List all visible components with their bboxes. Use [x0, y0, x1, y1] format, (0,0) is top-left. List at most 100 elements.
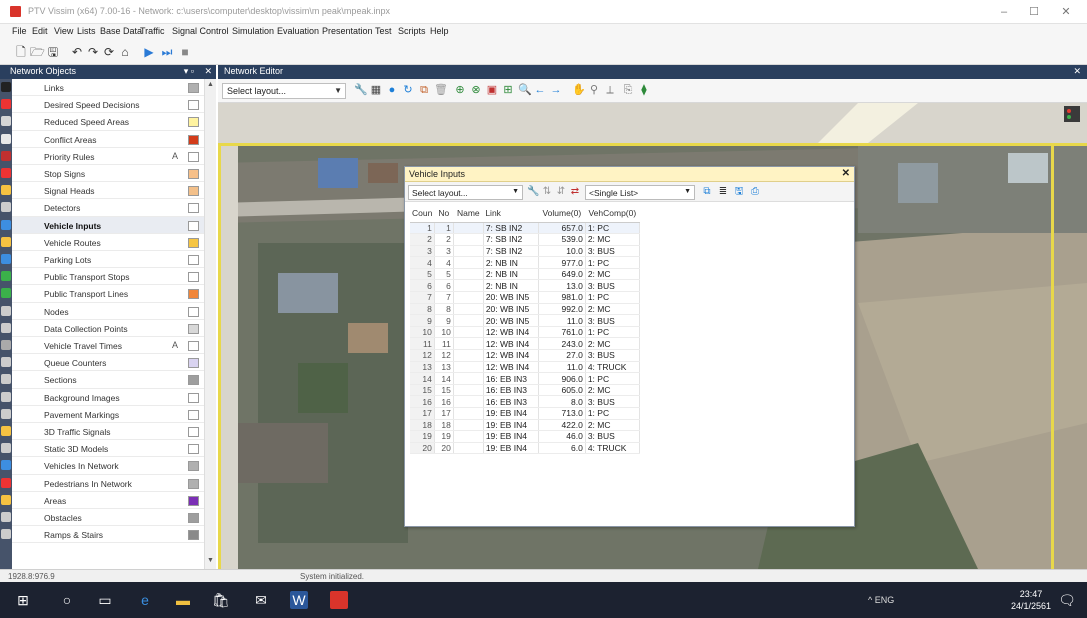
cell-count[interactable]: 1	[410, 222, 435, 235]
color-swatch[interactable]	[188, 83, 199, 93]
cell-no[interactable]: 16	[434, 395, 454, 408]
cell-volume[interactable]: 10.0	[538, 245, 586, 258]
cell-volume[interactable]: 27.0	[538, 349, 586, 362]
detectors-icon[interactable]	[1, 202, 11, 213]
taskbar-clock[interactable]: 23:47 24/1/2561	[1011, 588, 1051, 612]
scroll-up-icon[interactable]: ▲	[207, 81, 214, 88]
mail-icon[interactable]: ✉	[252, 591, 270, 609]
color-swatch[interactable]	[188, 323, 199, 334]
cell-volume[interactable]: 649.0	[538, 268, 586, 281]
hand-pan-icon[interactable]: ✋	[572, 84, 586, 96]
cell-volume[interactable]: 8.0	[538, 395, 586, 408]
network-object-background-images[interactable]: Background Images	[12, 389, 204, 406]
cell-vehcomp[interactable]: 2: MC	[585, 233, 640, 246]
parking-lots-icon[interactable]	[1, 254, 11, 264]
network-object-desired-speed-decisions[interactable]: Desired Speed Decisions	[12, 96, 204, 114]
column-header-no[interactable]: No	[434, 205, 454, 223]
table-row[interactable]: 16 16 16: EB IN3 8.0 3: BUS	[410, 395, 640, 408]
redo-icon[interactable]: ↷	[86, 45, 100, 59]
color-swatch[interactable]	[188, 341, 199, 351]
table-row[interactable]: 9 9 20: WB IN5 11.0 3: BUS	[410, 314, 640, 327]
table-row[interactable]: 19 19 19: EB IN4 46.0 3: BUS	[410, 430, 640, 443]
cell-volume[interactable]: 977.0	[538, 256, 586, 269]
table-row[interactable]: 15 15 16: EB IN3 605.0 2: MC	[410, 384, 640, 397]
stop-icon[interactable]: ■	[178, 45, 192, 59]
sections-icon[interactable]	[1, 374, 11, 385]
color-swatch[interactable]	[188, 530, 199, 541]
color-swatch[interactable]	[188, 255, 199, 265]
zoom-in-icon[interactable]: ⊞	[502, 84, 514, 96]
cell-vehcomp[interactable]: 2: MC	[585, 384, 640, 397]
table-row[interactable]: 2 2 7: SB IN2 539.0 2: MC	[410, 233, 640, 246]
3d-traffic-signals-icon[interactable]	[1, 426, 11, 436]
menu-lists[interactable]: Lists	[77, 26, 96, 36]
step-forward-icon[interactable]: ⏭	[160, 45, 174, 59]
cell-no[interactable]: 10	[434, 326, 454, 339]
cell-vehcomp[interactable]: 3: BUS	[585, 349, 640, 362]
zoom-fit-icon[interactable]: ⊕	[454, 84, 466, 96]
network-object-parking-lots[interactable]: Parking Lots	[12, 251, 204, 269]
menu-file[interactable]: File	[12, 26, 27, 36]
table-row[interactable]: 14 14 16: EB IN3 906.0 1: PC	[410, 372, 640, 385]
cell-link[interactable]: 19: EB IN4	[483, 442, 539, 455]
cell-vehcomp[interactable]: 3: BUS	[585, 395, 640, 408]
cell-no[interactable]: 13	[434, 361, 454, 374]
cell-no[interactable]: 17	[434, 407, 454, 420]
color-swatch[interactable]	[188, 220, 199, 231]
vehicle-routes-icon[interactable]	[1, 236, 11, 247]
cell-count[interactable]: 13	[410, 361, 435, 374]
color-swatch[interactable]	[188, 306, 199, 317]
cell-name[interactable]	[453, 245, 484, 258]
cell-no[interactable]: 9	[434, 314, 454, 327]
layout-select[interactable]: Select layout... ▼	[222, 83, 346, 99]
cell-vehcomp[interactable]: 1: PC	[585, 256, 640, 269]
background-images-icon[interactable]	[1, 391, 11, 402]
cell-count[interactable]: 20	[410, 442, 435, 455]
new-file-icon[interactable]: 🗋	[14, 45, 28, 59]
color-swatch[interactable]	[188, 117, 199, 128]
store-icon[interactable]: 🛍	[212, 591, 230, 609]
cell-name[interactable]	[453, 291, 484, 304]
vehicles-in-network-icon[interactable]	[1, 460, 11, 471]
home-icon[interactable]: ⌂	[118, 45, 132, 59]
cell-link[interactable]: 2: NB IN	[483, 256, 539, 269]
cell-count[interactable]: 12	[410, 349, 435, 362]
cell-vehcomp[interactable]: 3: BUS	[585, 430, 640, 443]
database-icon[interactable]: ≣	[717, 186, 729, 198]
menu-test[interactable]: Test	[375, 26, 392, 36]
cell-count[interactable]: 3	[410, 245, 435, 258]
close-button[interactable]: ✕	[1052, 4, 1080, 20]
table-row[interactable]: 8 8 20: WB IN5 992.0 2: MC	[410, 303, 640, 316]
cell-name[interactable]	[453, 407, 484, 420]
cell-vehcomp[interactable]: 2: MC	[585, 268, 640, 281]
color-swatch[interactable]	[188, 427, 199, 437]
cell-link[interactable]: 12: WB IN4	[483, 361, 539, 374]
play-icon[interactable]: ▶	[142, 45, 156, 59]
search-icon[interactable]: ○	[58, 591, 76, 609]
refresh-icon[interactable]: ⟳	[102, 45, 116, 59]
cell-no[interactable]: 7	[434, 291, 454, 304]
network-object-signal-heads[interactable]: Signal Heads	[12, 182, 204, 200]
screenshot-icon[interactable]: ⎘	[622, 84, 634, 96]
rotate-icon[interactable]: ↻	[402, 84, 414, 96]
cell-count[interactable]: 5	[410, 268, 435, 281]
cell-vehcomp[interactable]: 2: MC	[585, 337, 640, 351]
cell-vehcomp[interactable]: 3: BUS	[585, 245, 640, 258]
cell-vehcomp[interactable]: 1: PC	[585, 291, 640, 304]
pedestrians-in-network-icon[interactable]	[1, 477, 11, 488]
cell-link[interactable]: 16: EB IN3	[483, 384, 539, 397]
pin-icon[interactable]: ▾ ▫	[184, 66, 194, 77]
network-editor-close-icon[interactable]: ✕	[1073, 66, 1081, 77]
delete-icon[interactable]: 🗑	[434, 84, 448, 96]
zoom-out-icon[interactable]: 🔍	[518, 84, 532, 96]
static-3d-models-icon[interactable]	[1, 443, 11, 454]
cell-name[interactable]	[453, 256, 484, 269]
cell-no[interactable]: 2	[434, 233, 454, 246]
table-row[interactable]: 11 11 12: WB IN4 243.0 2: MC	[410, 337, 640, 351]
cell-volume[interactable]: 13.0	[538, 279, 586, 293]
sort-ascending-icon[interactable]: ⇅	[541, 186, 553, 198]
undo-icon[interactable]: ↶	[70, 45, 84, 59]
vehicle-inputs-icon[interactable]	[1, 219, 11, 230]
cell-vehcomp[interactable]: 1: PC	[585, 326, 640, 339]
network-objects-scrollbar[interactable]: ▲ ▼	[204, 79, 216, 569]
